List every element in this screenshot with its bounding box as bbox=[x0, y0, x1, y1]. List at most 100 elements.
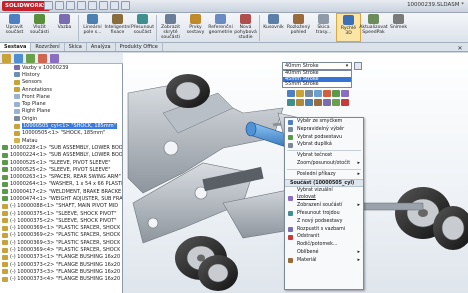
ribbon-button[interactable]: Vazba bbox=[52, 13, 77, 42]
context-menu-item[interactable]: Izolovat bbox=[285, 194, 363, 202]
tree-item[interactable]: History bbox=[0, 71, 122, 78]
ribbon-button[interactable]: Skica trasy... bbox=[311, 13, 336, 42]
ribbon-button[interactable]: Upravit součást bbox=[2, 13, 27, 42]
ribbon-button[interactable]: Snímek bbox=[386, 13, 411, 42]
tree-item[interactable]: Vazby v 10000239 bbox=[0, 64, 122, 71]
app-logo[interactable]: SOLIDWORKS bbox=[2, 1, 50, 11]
open-document-icon[interactable] bbox=[55, 1, 64, 10]
dimensions-icon[interactable] bbox=[314, 98, 322, 106]
tree-item[interactable]: Origin bbox=[0, 115, 122, 122]
tree-item[interactable]: 10000263<1> "SPACER, REAR SWING ARM" bbox=[0, 173, 122, 180]
delete-icon[interactable] bbox=[341, 98, 349, 106]
tree-item[interactable]: (-) 10000369<4> "PLASTIC SPACER, SHOCK bbox=[0, 246, 122, 253]
context-menu-item[interactable]: Přesunout trojdou bbox=[285, 210, 363, 218]
zoom-to-selection-icon[interactable] bbox=[296, 98, 304, 106]
context-menu-item[interactable]: Nepravidelný výběr bbox=[285, 126, 363, 134]
chevron-down-icon[interactable]: ▾ bbox=[344, 63, 350, 69]
context-menu-item[interactable]: Odstranit bbox=[285, 233, 363, 241]
tab-4[interactable]: Produkty Office bbox=[116, 43, 163, 51]
configuration-option[interactable]: 55mm Stroke bbox=[283, 82, 351, 88]
tree-item[interactable]: (-) 10000373<4> "FLANGE BUSHING 16x20 bbox=[0, 276, 122, 283]
configuration-dropdown[interactable]: 40mm Stroke ▾ bbox=[282, 62, 352, 70]
tree-item[interactable]: 10000525<1> "SLEEVE, PIVOT SLEEVE" bbox=[0, 159, 122, 166]
context-menu-item[interactable]: Vybrat dupliká bbox=[285, 141, 363, 149]
undo-icon[interactable] bbox=[88, 1, 97, 10]
feature-tree-icon[interactable] bbox=[2, 54, 11, 63]
isolate-icon[interactable] bbox=[341, 90, 349, 97]
appearance-icon[interactable] bbox=[323, 90, 331, 97]
edit-part-icon[interactable] bbox=[287, 90, 295, 97]
hide-show-icon[interactable] bbox=[305, 90, 313, 97]
ribbon-button[interactable]: Zobrazit skryté součásti bbox=[158, 13, 183, 42]
ribbon-button[interactable]: Rozložený pohled bbox=[286, 13, 311, 42]
configuration-icon[interactable] bbox=[332, 98, 340, 106]
context-menu-item[interactable]: Vybrat podsestavu bbox=[285, 134, 363, 142]
tree-item[interactable]: (-) 10000375<1> "SLEEVE, SHOCK PIVOT" bbox=[0, 210, 122, 217]
context-menu-item[interactable]: Rodič/potomek... bbox=[285, 241, 363, 249]
tab-3[interactable]: Analýza bbox=[87, 43, 116, 51]
configuration-manager-icon[interactable] bbox=[26, 54, 35, 63]
context-menu-item[interactable]: Vybrat vizuální bbox=[285, 187, 363, 195]
recent-commands-item[interactable]: Poslední příkazy ▸ bbox=[285, 171, 363, 179]
tree-item[interactable]: (-) 10000373<3> "FLANGE BUSHING 16x20 bbox=[0, 268, 122, 275]
tab-2[interactable]: Skica bbox=[65, 43, 87, 51]
tree-item[interactable]: (-) 10000369<2> "PLASTIC SPACER, SHOCK bbox=[0, 232, 122, 239]
context-menu-item[interactable]: Oblíbené ▸ bbox=[285, 249, 363, 257]
tree-item[interactable]: Sensors bbox=[0, 79, 122, 86]
close-icon[interactable]: ✕ bbox=[456, 45, 464, 53]
print-icon[interactable] bbox=[77, 1, 86, 10]
context-menu-item[interactable]: Výběr ze smyčkem bbox=[285, 118, 363, 126]
tree-item[interactable]: (-) 10000375<2> "SLEEVE, SHOCK PIVOT" bbox=[0, 217, 122, 224]
view-normal-icon[interactable] bbox=[305, 98, 313, 106]
tree-item[interactable]: 10000264<1> "WASHER, 1 x 54 x 66 PLASTIC bbox=[0, 181, 122, 188]
tree-item[interactable]: Front Plane bbox=[0, 93, 122, 100]
tree-item[interactable]: (-) 10000088<1> "SHAFT, MAIN PIVOT MID bbox=[0, 203, 122, 210]
tree-item[interactable]: (-) 10000369<3> "PLASTIC SPACER, SHOCK bbox=[0, 239, 122, 246]
tree-item[interactable]: 10000224<1> "SUB ASSEMBLY, LOWER BOO bbox=[0, 152, 122, 159]
context-menu-item[interactable]: Rozpustit s vazbami bbox=[285, 226, 363, 234]
tree-item[interactable]: 10000505<1> "SHOCK, 185mm" bbox=[0, 130, 122, 137]
tree-item[interactable]: Right Plane bbox=[0, 108, 122, 115]
tree-item[interactable]: Top Plane bbox=[0, 100, 122, 107]
tree-item[interactable]: 10000417<2> "WELDMENT, BRAKE BRACKE bbox=[0, 188, 122, 195]
tree-item[interactable]: 10000228<1> "SUB ASSEMBLY, LOWER BOO bbox=[0, 144, 122, 151]
tree-item[interactable]: 10000505_cyl<1> "SHOCK, 185mm" bbox=[0, 122, 122, 130]
ribbon-button[interactable]: Přesunout součást bbox=[130, 13, 155, 42]
tree-item[interactable]: Annotations bbox=[0, 86, 122, 93]
ribbon-button[interactable]: Inteligentní fixace bbox=[104, 13, 131, 42]
save-icon[interactable] bbox=[66, 1, 75, 10]
tree-item[interactable]: 10000525<2> "SLEEVE, PIVOT SLEEVE" bbox=[0, 166, 122, 173]
tree-item[interactable]: (-) 10000369<1> "PLASTIC SPACER, SHOCK bbox=[0, 225, 122, 232]
rebuild-icon[interactable] bbox=[287, 98, 295, 106]
ribbon-button[interactable]: Prvky sestavy bbox=[183, 13, 208, 42]
new-document-icon[interactable] bbox=[44, 1, 53, 10]
options-icon[interactable] bbox=[121, 1, 130, 10]
context-menu-item[interactable]: Z nový podsestavy bbox=[285, 218, 363, 226]
tab-0[interactable]: Sestava bbox=[0, 43, 32, 51]
ribbon-button[interactable]: Nová pohybová studie bbox=[233, 13, 258, 42]
context-menu-item[interactable]: Vybrat tečnost bbox=[285, 152, 363, 160]
dimxpert-icon[interactable] bbox=[38, 54, 47, 63]
select-icon[interactable] bbox=[99, 1, 108, 10]
ribbon-button[interactable]: Lineární pole s... bbox=[80, 13, 105, 42]
tree-item[interactable]: (-) 10000373<2> "FLANGE BUSHING 16x20 bbox=[0, 261, 122, 268]
context-menu-item[interactable]: Zoom/posunout/otočit ▸ bbox=[285, 160, 363, 168]
context-menu-item[interactable]: Materiál ▸ bbox=[285, 257, 363, 265]
context-menu-item[interactable]: Zobrazení součástí ▸ bbox=[285, 202, 363, 210]
tree-item[interactable]: Matau bbox=[0, 137, 122, 144]
component-properties-icon[interactable] bbox=[332, 90, 340, 97]
ribbon-button[interactable]: Vložit součásti bbox=[27, 13, 52, 42]
ribbon-button[interactable]: Aktualizovat SpeedPak bbox=[359, 13, 388, 42]
tree-item[interactable]: (-) 10000373<1> "FLANGE BUSHING 16x20 bbox=[0, 254, 122, 261]
ribbon-button[interactable]: Rychlé 3D bbox=[336, 13, 361, 42]
ribbon-button[interactable]: Kusovník bbox=[261, 13, 286, 42]
display-manager-icon[interactable] bbox=[50, 54, 59, 63]
mate-add-icon[interactable] bbox=[323, 98, 331, 106]
configuration-options-icon[interactable] bbox=[354, 62, 362, 70]
transparency-icon[interactable] bbox=[314, 90, 322, 97]
tab-1[interactable]: Rozvržení bbox=[31, 43, 65, 51]
tree-item[interactable]: 10000474<1> "WEIGHT ADJUSTER, SUB FRA bbox=[0, 195, 122, 202]
rebuild-icon[interactable] bbox=[110, 1, 119, 10]
property-manager-icon[interactable] bbox=[14, 54, 23, 63]
open-part-icon[interactable] bbox=[296, 90, 304, 97]
